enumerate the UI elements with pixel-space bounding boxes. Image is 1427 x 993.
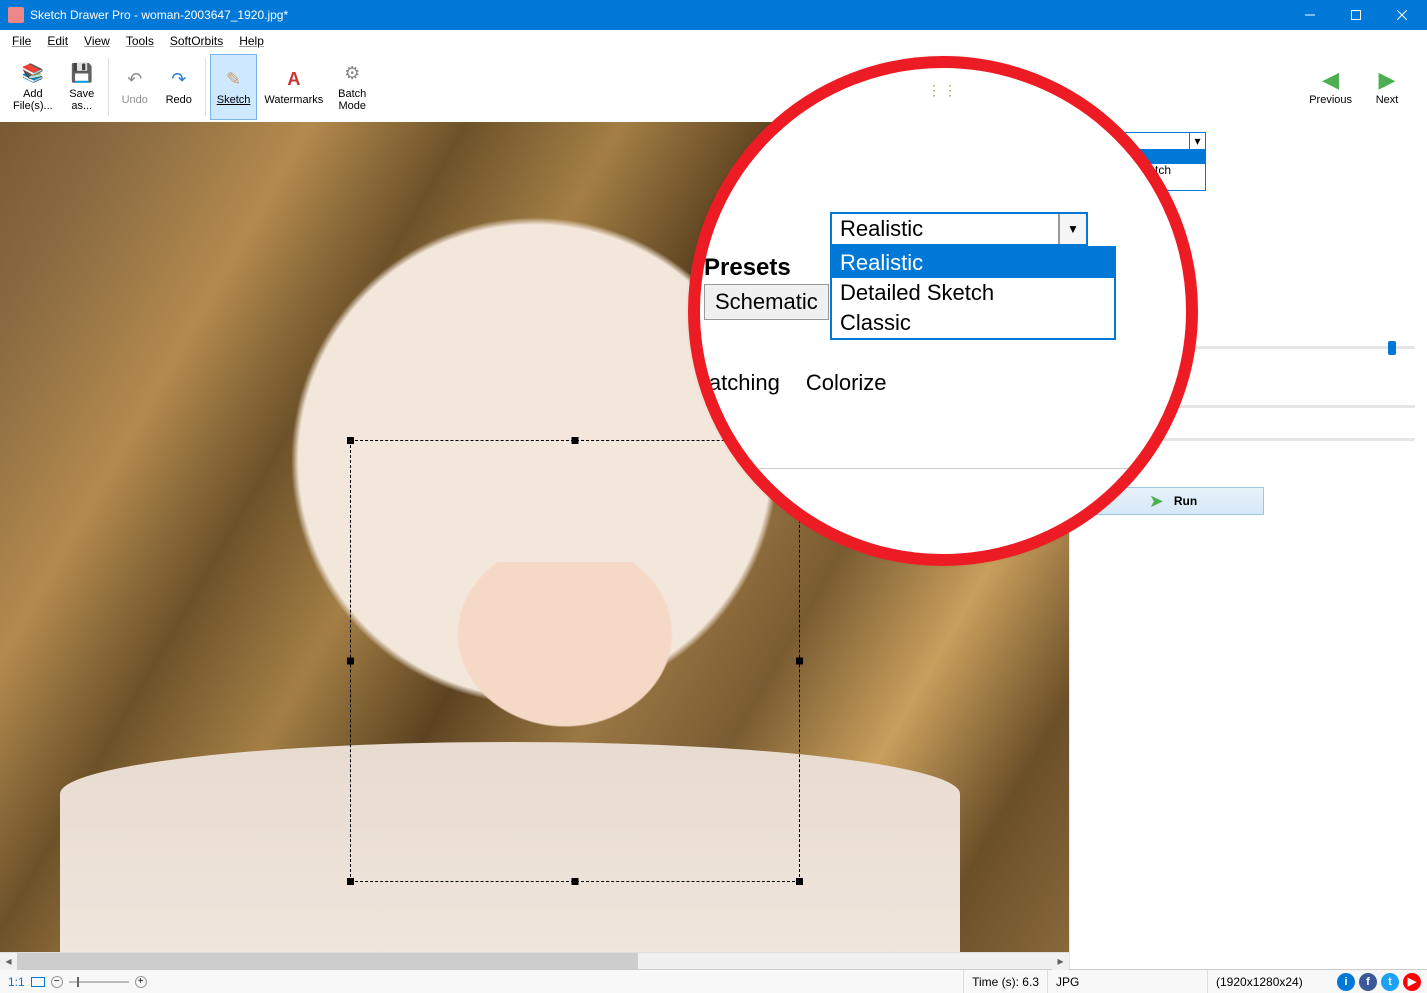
selection-handle[interactable] [347, 658, 354, 665]
callout-preset-dropdown[interactable]: Realistic Detailed Sketch Classic [830, 246, 1116, 340]
callout-combo-value: Realistic [832, 216, 1058, 242]
selection-handle[interactable] [347, 878, 354, 885]
menu-view[interactable]: View [76, 32, 118, 50]
facebook-icon[interactable]: f [1359, 973, 1377, 991]
toolbar-separator [205, 58, 206, 116]
sketch-button[interactable]: ✎ Sketch [210, 54, 258, 120]
arrow-right-icon: ▶ [1375, 68, 1399, 92]
twitter-icon[interactable]: t [1381, 973, 1399, 991]
menu-softorbits[interactable]: SoftOrbits [162, 32, 231, 50]
watermarks-button[interactable]: A Watermarks [257, 54, 330, 120]
close-button[interactable] [1379, 0, 1425, 30]
tab-hatching-partial[interactable]: latching [704, 370, 780, 396]
menu-edit[interactable]: Edit [39, 32, 76, 50]
selection-handle[interactable] [572, 878, 579, 885]
window-title: Sketch Drawer Pro - woman-2003647_1920.j… [30, 8, 1287, 22]
arrow-left-icon: ◀ [1319, 68, 1343, 92]
maximize-button[interactable] [1333, 0, 1379, 30]
zoom-controls: 1:1 − + [0, 975, 155, 989]
youtube-icon[interactable]: ▶ [1403, 973, 1421, 991]
maximize-icon [1351, 10, 1361, 20]
status-time: Time (s): 6.3 [963, 970, 1047, 993]
callout-option-realistic[interactable]: Realistic [832, 248, 1114, 278]
menu-bar: File Edit View Tools SoftOrbits Help [0, 30, 1427, 52]
save-as-button[interactable]: 💾 Save as... [60, 54, 104, 120]
minimize-icon [1305, 10, 1315, 20]
title-bar: Sketch Drawer Pro - woman-2003647_1920.j… [0, 0, 1427, 30]
batch-mode-button[interactable]: ⚙ Batch Mode [330, 54, 374, 120]
save-icon: 💾 [70, 62, 94, 86]
info-icon[interactable]: i [1337, 973, 1355, 991]
redo-button[interactable]: ↷ Redo [157, 54, 201, 120]
next-button[interactable]: ▶ Next [1363, 63, 1411, 111]
minimize-button[interactable] [1287, 0, 1333, 30]
status-format: JPG [1047, 970, 1207, 993]
app-icon [8, 7, 24, 23]
menu-help[interactable]: Help [231, 32, 272, 50]
fit-screen-icon[interactable] [31, 977, 45, 987]
sketch-icon: ✎ [222, 68, 246, 92]
zoom-out-button[interactable]: − [51, 976, 63, 988]
menu-tools[interactable]: Tools [118, 32, 162, 50]
grip-dots-icon: ⋮⋮ [927, 82, 959, 99]
horizontal-scrollbar[interactable]: ◂ ▸ [0, 952, 1069, 969]
tab-colorize[interactable]: Colorize [806, 370, 887, 396]
toolbar-separator [108, 58, 109, 116]
callout-option-classic[interactable]: Classic [832, 308, 1114, 338]
chevron-down-icon[interactable]: ▼ [1058, 214, 1086, 244]
menu-file[interactable]: File [4, 32, 39, 50]
slider-thumb[interactable] [1388, 341, 1396, 355]
watermark-icon: A [282, 68, 306, 92]
schematic-button[interactable]: Schematic [704, 284, 829, 320]
scroll-track[interactable] [17, 953, 1052, 969]
close-icon [1397, 10, 1407, 20]
window-controls [1287, 0, 1425, 30]
status-bar: 1:1 − + Time (s): 6.3 JPG (1920x1280x24)… [0, 969, 1427, 993]
status-dimensions: (1920x1280x24) [1207, 970, 1337, 993]
selection-handle[interactable] [572, 437, 579, 444]
callout-preset-combo[interactable]: Realistic ▼ [830, 212, 1088, 246]
zoom-in-button[interactable]: + [135, 976, 147, 988]
undo-button[interactable]: ↶ Undo [113, 54, 157, 120]
undo-icon: ↶ [123, 68, 147, 92]
selection-handle[interactable] [796, 658, 803, 665]
add-files-button[interactable]: 📚 Add File(s)... [6, 54, 60, 120]
previous-button[interactable]: ◀ Previous [1302, 63, 1359, 111]
divider [706, 468, 1180, 469]
callout-option-detailed[interactable]: Detailed Sketch [832, 278, 1114, 308]
zoom-slider[interactable] [69, 981, 129, 983]
chevron-down-icon[interactable]: ▾ [1189, 133, 1205, 149]
gear-icon: ⚙ [340, 62, 364, 86]
nav-group: ◀ Previous ▶ Next [1302, 52, 1421, 122]
redo-icon: ↷ [167, 68, 191, 92]
zoom-ratio[interactable]: 1:1 [8, 975, 25, 989]
scroll-left-button[interactable]: ◂ [0, 953, 17, 970]
presets-label: Presets [704, 254, 791, 282]
stack-icon: 📚 [21, 62, 45, 86]
annotation-callout: ⋮⋮ Realistic ▼ Presets Schematic Realist… [688, 56, 1198, 566]
selection-handle[interactable] [347, 437, 354, 444]
callout-tabs: latching Colorize [704, 370, 887, 396]
selection-handle[interactable] [796, 878, 803, 885]
social-links: i f t ▶ [1337, 973, 1427, 991]
scroll-right-button[interactable]: ▸ [1052, 953, 1069, 970]
scroll-thumb[interactable] [17, 953, 638, 969]
